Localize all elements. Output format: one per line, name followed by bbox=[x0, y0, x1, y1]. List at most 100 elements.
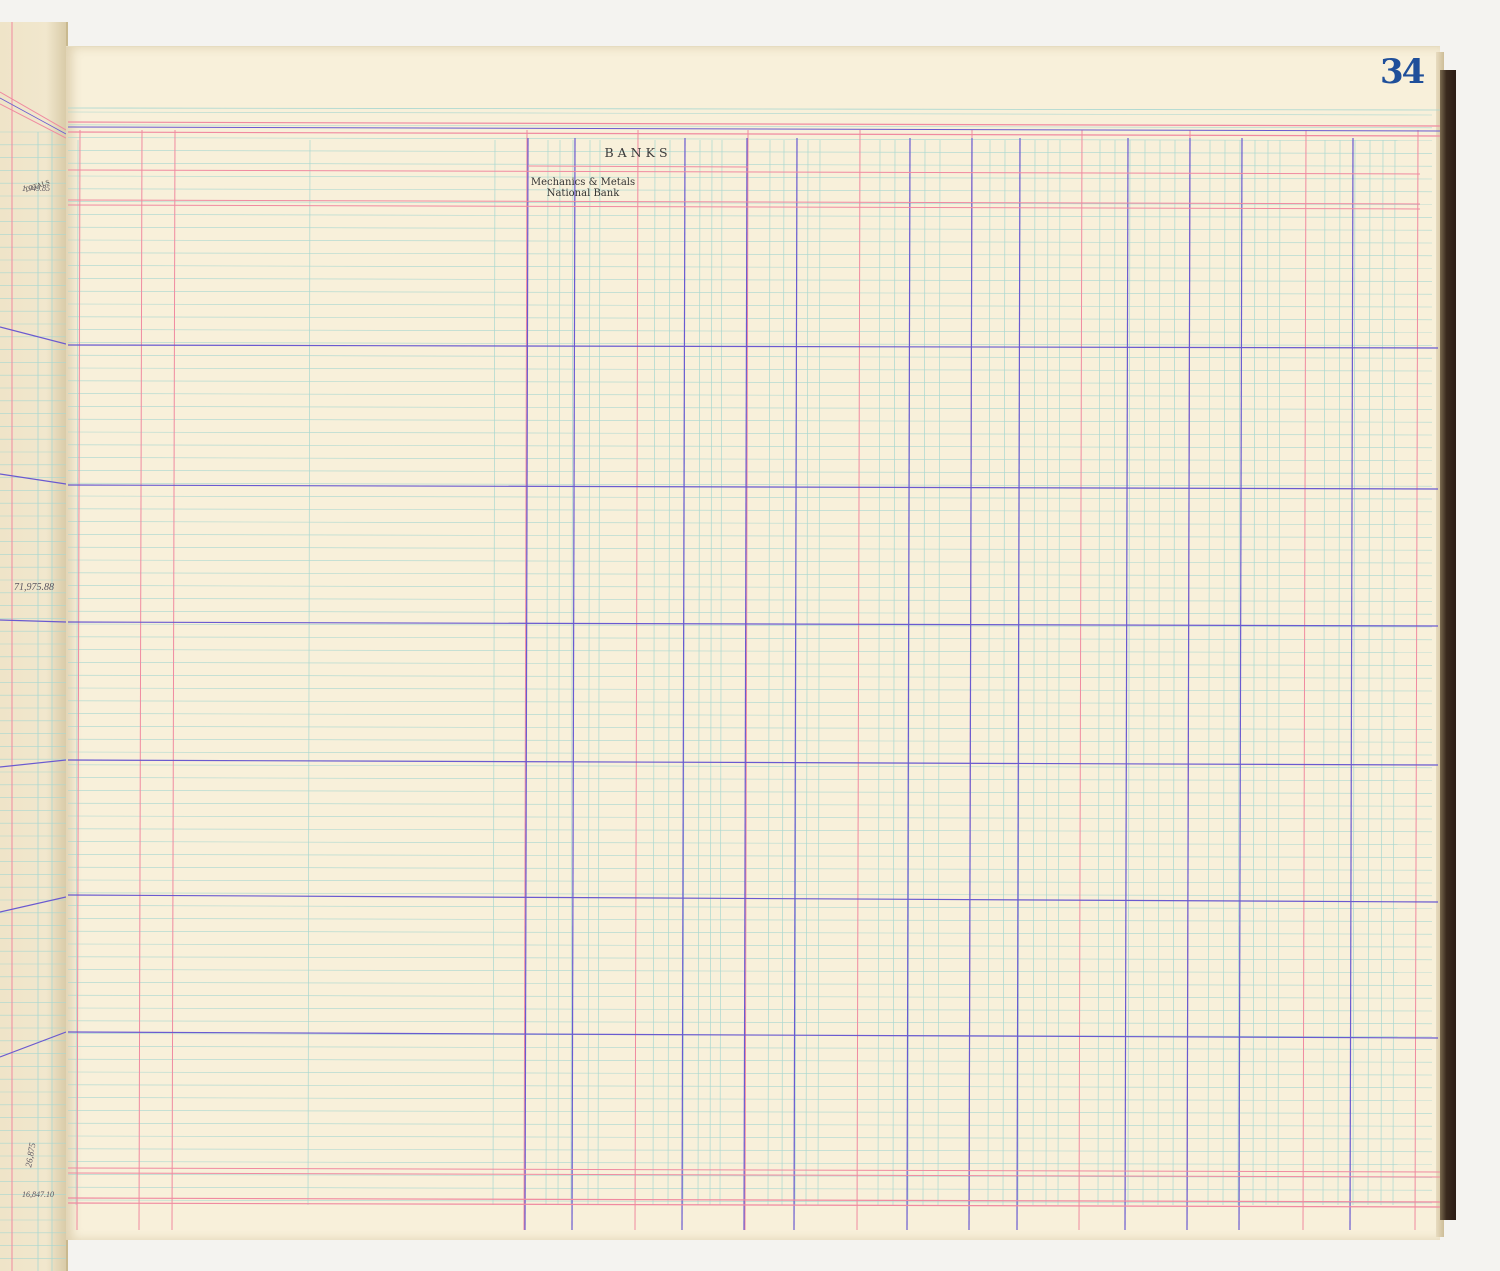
faint-column-rule bbox=[1252, 139, 1256, 1206]
faint-row-rule bbox=[67, 892, 1433, 897]
faint-row-rule bbox=[67, 444, 1433, 449]
faint-column-rule bbox=[1045, 139, 1049, 1206]
faint-column-rule bbox=[781, 139, 785, 1206]
faint-row-rule bbox=[67, 559, 1433, 564]
faint-row-rule bbox=[67, 188, 1433, 193]
faint-column-rule bbox=[877, 139, 881, 1206]
faint-column-rule bbox=[1380, 139, 1384, 1206]
bank-name-line2: National Bank bbox=[546, 188, 620, 199]
faint-row-rule bbox=[67, 905, 1433, 909]
faint-row-rule bbox=[67, 137, 1433, 141]
faint-column-rule bbox=[1392, 139, 1396, 1206]
faint-column-rule bbox=[652, 139, 656, 1206]
bank-column-header: Mechanics & Metals National Bank bbox=[528, 177, 638, 199]
blue-row-rule bbox=[67, 894, 1439, 903]
faint-row-rule bbox=[67, 278, 1433, 282]
faint-row-rule bbox=[67, 175, 1433, 180]
faint-row-rule bbox=[67, 969, 1433, 973]
faint-row-rule bbox=[67, 943, 1433, 948]
head-rule bbox=[67, 204, 1421, 210]
faint-row-rule bbox=[67, 1186, 1433, 1191]
faint-row-rule bbox=[67, 866, 1433, 871]
faint-row-rule bbox=[67, 431, 1433, 436]
faint-row-rule bbox=[67, 239, 1433, 244]
faint-column-rule bbox=[937, 139, 941, 1206]
foot-rule bbox=[67, 1167, 1441, 1173]
faint-row-rule bbox=[67, 354, 1433, 359]
faint-row-rule bbox=[67, 777, 1433, 781]
faint-row-rule bbox=[67, 585, 1433, 589]
faint-row-rule bbox=[67, 214, 1433, 218]
faint-column-rule bbox=[1127, 139, 1131, 1206]
faint-row-rule bbox=[67, 687, 1433, 692]
faint-row-rule bbox=[67, 393, 1433, 397]
faint-row-rule bbox=[67, 572, 1433, 577]
faint-row-rule bbox=[67, 700, 1433, 705]
faint-row-rule bbox=[67, 598, 1433, 602]
faint-column-rule bbox=[719, 139, 723, 1206]
faint-row-rule bbox=[67, 265, 1433, 269]
faint-column-rule bbox=[697, 139, 701, 1206]
faint-column-rule bbox=[1265, 139, 1269, 1206]
red-column-rule bbox=[171, 129, 176, 1231]
faint-row-rule bbox=[67, 764, 1433, 769]
faint-row-rule bbox=[67, 815, 1433, 820]
red-column-rule bbox=[634, 129, 639, 1231]
faint-column-rule bbox=[767, 139, 771, 1206]
faint-column-rule bbox=[922, 139, 926, 1206]
page-number: 34 bbox=[1380, 52, 1425, 92]
blue-column-rule bbox=[968, 137, 973, 1231]
faint-row-rule bbox=[67, 1148, 1433, 1153]
faint-column-rule bbox=[1142, 139, 1146, 1206]
faint-row-rule bbox=[67, 802, 1433, 807]
faint-row-rule bbox=[67, 982, 1433, 986]
faint-row-rule bbox=[67, 751, 1433, 756]
blue-column-rule bbox=[1349, 137, 1354, 1231]
faint-row-rule bbox=[67, 1135, 1433, 1140]
faint-column-rule bbox=[1172, 139, 1176, 1206]
faint-column-rule bbox=[1277, 139, 1281, 1206]
faint-row-rule bbox=[67, 738, 1433, 743]
faint-row-rule bbox=[67, 329, 1433, 333]
faint-row-rule bbox=[67, 879, 1433, 884]
faint-column-rule bbox=[307, 139, 311, 1206]
faint-row-rule bbox=[67, 828, 1433, 833]
section-title-banks: BANKS bbox=[604, 145, 672, 160]
faint-column-rule bbox=[667, 139, 671, 1206]
blue-row-rule bbox=[67, 344, 1439, 349]
faint-row-rule bbox=[67, 674, 1433, 679]
faint-row-rule bbox=[67, 1110, 1433, 1114]
faint-column-rule bbox=[587, 139, 591, 1206]
faint-column-rule bbox=[1222, 139, 1226, 1206]
head-rule bbox=[67, 169, 1421, 175]
faint-row-rule bbox=[67, 662, 1433, 666]
bank-name-line1: Mechanics & Metals bbox=[530, 177, 636, 188]
faint-column-rule bbox=[1367, 139, 1371, 1206]
faint-column-rule bbox=[987, 139, 991, 1206]
faint-column-rule bbox=[1157, 139, 1161, 1206]
faint-column-rule bbox=[492, 139, 496, 1206]
faint-column-rule bbox=[709, 139, 713, 1206]
red-column-rule bbox=[138, 129, 143, 1231]
head-rule bbox=[67, 131, 1441, 137]
faint-row-rule bbox=[67, 546, 1433, 551]
faint-column-rule bbox=[817, 139, 821, 1206]
faint-row-rule bbox=[67, 726, 1433, 730]
red-column-rule bbox=[1078, 129, 1083, 1231]
faint-row-rule bbox=[67, 1071, 1433, 1076]
faint-row-rule bbox=[67, 956, 1433, 961]
blue-column-rule bbox=[1186, 137, 1191, 1231]
faint-column-rule bbox=[805, 139, 809, 1206]
blue-row-rule bbox=[67, 759, 1439, 766]
faint-row-rule bbox=[67, 418, 1433, 423]
faint-row-rule bbox=[67, 1020, 1433, 1025]
faint-row-rule bbox=[67, 521, 1433, 525]
faint-column-rule bbox=[1032, 139, 1036, 1206]
faint-column-rule bbox=[545, 139, 549, 1206]
red-column-rule bbox=[1302, 129, 1307, 1231]
faint-row-rule bbox=[67, 1046, 1433, 1050]
faint-row-rule bbox=[67, 534, 1433, 538]
faint-row-rule bbox=[67, 316, 1433, 321]
faint-row-rule bbox=[67, 1161, 1433, 1165]
faint-row-rule bbox=[67, 508, 1433, 513]
